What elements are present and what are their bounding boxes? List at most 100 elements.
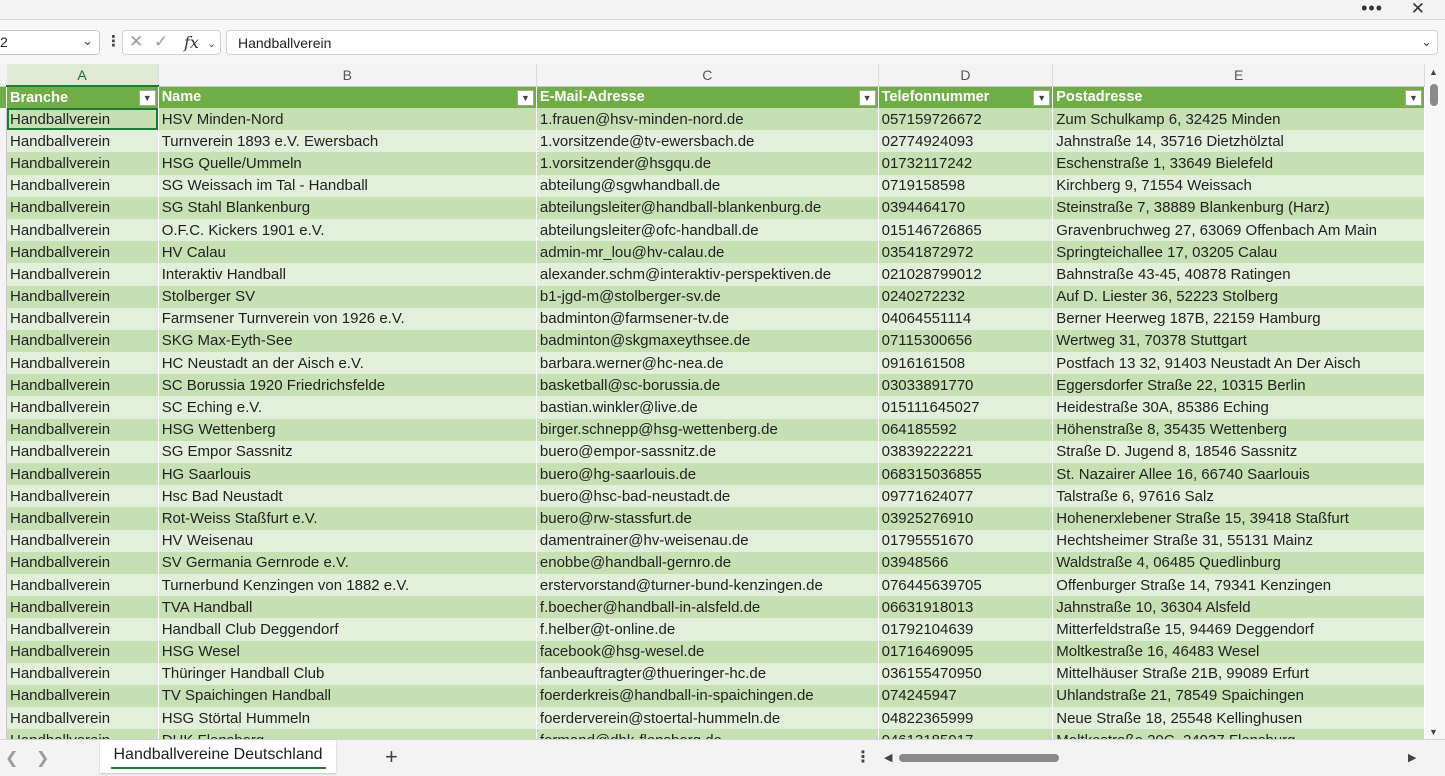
cell-postadresse[interactable]: Straße D. Jugend 8, 18546 Sassnitz (1052, 440, 1425, 463)
cell-name[interactable]: HV Calau (158, 241, 537, 264)
cell-telefon[interactable]: 04064551114 (878, 307, 1054, 330)
cell-email[interactable]: formand@dhk-flensborg.de (536, 729, 879, 739)
cell-email[interactable]: foerderverein@stoertal-hummeln.de (536, 707, 879, 730)
cell-branche[interactable]: Handballverein (6, 307, 159, 330)
cell-branche[interactable]: Handballverein (6, 707, 159, 730)
formula-input[interactable]: Handballverein ⌄ (226, 30, 1438, 55)
cell-branche[interactable]: Handballverein (6, 174, 159, 197)
cell-name[interactable]: HSG Wesel (158, 640, 537, 663)
cell-email[interactable]: buero@rw-stassfurt.de (536, 507, 879, 530)
cell-telefon[interactable]: 036155470950 (878, 662, 1054, 685)
sheet-tab-active[interactable]: Handballvereine Deutschland (100, 740, 336, 773)
cell-branche[interactable]: Handballverein (6, 285, 159, 308)
cell-postadresse[interactable]: Neue Straße 18, 25548 Kellinghusen (1052, 707, 1425, 730)
cell-branche[interactable]: Handballverein (6, 684, 159, 708)
cell-email[interactable]: f.boecher@handball-in-alsfeld.de (536, 596, 879, 619)
cell-branche[interactable]: Handballverein (6, 130, 159, 153)
column-header-b[interactable]: B (158, 64, 537, 87)
cell-postadresse[interactable]: Moltkestraße 16, 46483 Wesel (1052, 640, 1425, 663)
cell-name[interactable]: HSG Störtal Hummeln (158, 707, 537, 730)
chevron-right-icon[interactable]: ❯ (36, 748, 49, 768)
cell-branche[interactable]: Handballverein (6, 218, 159, 242)
cell-telefon[interactable]: 015146726865 (878, 218, 1054, 242)
cancel-icon[interactable]: ✕ (129, 32, 143, 52)
filter-dropdown-icon[interactable]: ▼ (516, 89, 534, 106)
cell-name[interactable]: SC Borussia 1920 Friedrichsfelde (158, 374, 537, 397)
cell-telefon[interactable]: 07115300656 (878, 329, 1054, 353)
cell-telefon[interactable]: 068315036855 (878, 463, 1054, 486)
cell-name[interactable]: HSV Minden-Nord (158, 108, 537, 131)
scroll-left-icon[interactable]: ◀ (884, 751, 892, 764)
cell-postadresse[interactable]: St. Nazairer Allee 16, 66740 Saarlouis (1052, 463, 1425, 486)
cell-name[interactable]: SV Germania Gernrode e.V. (158, 551, 537, 574)
cell-email[interactable]: badminton@farmsener-tv.de (536, 307, 879, 330)
cell-postadresse[interactable]: Gravenbruchweg 27, 63069 Offenbach Am Ma… (1052, 218, 1425, 242)
cell-name[interactable]: DHK Flensborg (158, 729, 537, 739)
cell-postadresse[interactable]: Waldstraße 4, 06485 Quedlinburg (1052, 551, 1425, 574)
cell-email[interactable]: 1.vorsitzende@tv-ewersbach.de (536, 130, 879, 153)
filter-dropdown-icon[interactable]: ▼ (138, 90, 156, 106)
cell-email[interactable]: facebook@hsg-wesel.de (536, 640, 879, 663)
confirm-icon[interactable]: ✓ (154, 32, 168, 52)
column-header-a[interactable]: A (6, 64, 159, 87)
cell-postadresse[interactable]: Eggersdorfer Straße 22, 10315 Berlin (1052, 374, 1425, 397)
cell-name[interactable]: Interaktiv Handball (158, 263, 537, 286)
scroll-up-icon[interactable]: ▲ (1429, 67, 1438, 77)
cell-name[interactable]: Rot-Weiss Staßfurt e.V. (158, 507, 537, 530)
scroll-down-icon[interactable]: ▼ (1429, 727, 1438, 737)
cell-telefon[interactable]: 03948566 (878, 551, 1054, 574)
add-sheet-button[interactable]: + (385, 744, 398, 770)
cell-branche[interactable]: Handballverein (6, 329, 159, 353)
cell-postadresse[interactable]: Höhenstraße 8, 35435 Wettenberg (1052, 418, 1425, 441)
cell-telefon[interactable]: 02774924093 (878, 130, 1054, 153)
cell-postadresse[interactable]: Kirchberg 9, 71554 Weissach (1052, 174, 1425, 197)
scroll-right-icon[interactable]: ▶ (1408, 751, 1416, 764)
cell-email[interactable]: alexander.schm@interaktiv-perspektiven.d… (536, 263, 879, 286)
cell-branche[interactable]: Handballverein (6, 241, 159, 264)
cell-name[interactable]: SG Stahl Blankenburg (158, 196, 537, 219)
cell-name[interactable]: Hsc Bad Neustadt (158, 485, 537, 508)
filter-dropdown-icon[interactable]: ▼ (858, 89, 876, 106)
cell-name[interactable]: Thüringer Handball Club (158, 662, 537, 685)
cell-branche[interactable]: Handballverein (6, 640, 159, 663)
cell-email[interactable]: bastian.winkler@live.de (536, 396, 879, 419)
cell-telefon[interactable]: 04822365999 (878, 707, 1054, 730)
cell-branche[interactable]: Handballverein (6, 352, 159, 375)
filter-dropdown-icon[interactable]: ▼ (1405, 89, 1422, 106)
cell-branche[interactable]: Handballverein (6, 596, 159, 619)
cell-branche[interactable]: Handballverein (6, 507, 159, 530)
cell-postadresse[interactable]: Jahnstraße 14, 35716 Dietzhölztal (1052, 130, 1425, 153)
cell-name[interactable]: Stolberger SV (158, 285, 537, 308)
cell-postadresse[interactable]: Eschenstraße 1, 33649 Bielefeld (1052, 152, 1425, 175)
cell-telefon[interactable]: 064185592 (878, 418, 1054, 441)
cell-telefon[interactable]: 01792104639 (878, 618, 1054, 641)
cell-branche[interactable]: Handballverein (6, 108, 159, 131)
cell-email[interactable]: abteilungsleiter@handball-blankenburg.de (536, 196, 879, 219)
cell-telefon[interactable]: 03839222221 (878, 440, 1054, 463)
cell-email[interactable]: abteilungsleiter@ofc-handball.de (536, 218, 879, 242)
cell-branche[interactable]: Handballverein (6, 152, 159, 175)
cell-email[interactable]: damentrainer@hv-weisenau.de (536, 529, 879, 552)
cell-name[interactable]: Handball Club Deggendorf (158, 618, 537, 641)
cell-name[interactable]: O.F.C. Kickers 1901 e.V. (158, 218, 537, 242)
cell-email[interactable]: 1.vorsitzender@hsgqu.de (536, 152, 879, 175)
cell-telefon[interactable]: 021028799012 (878, 263, 1054, 286)
cell-email[interactable]: f.helber@t-online.de (536, 618, 879, 641)
cell-email[interactable]: enobbe@handball-gernro.de (536, 551, 879, 574)
cell-telefon[interactable]: 09771624077 (878, 485, 1054, 508)
cell-telefon[interactable]: 04613185917 (878, 729, 1054, 739)
cell-postadresse[interactable]: Offenburger Straße 14, 79341 Kenzingen (1052, 573, 1425, 597)
cell-postadresse[interactable]: Bahnstraße 43-45, 40878 Ratingen (1052, 263, 1425, 286)
chevron-down-icon[interactable]: ⌄ (82, 33, 93, 49)
cell-branche[interactable]: Handballverein (6, 573, 159, 597)
cell-postadresse[interactable]: Hohenerxlebener Straße 15, 39418 Staßfur… (1052, 507, 1425, 530)
cell-branche[interactable]: Handballverein (6, 485, 159, 508)
cell-name[interactable]: HSG Quelle/Ummeln (158, 152, 537, 175)
cell-telefon[interactable]: 057159726672 (878, 108, 1054, 131)
cell-postadresse[interactable]: Hechtsheimer Straße 31, 55131 Mainz (1052, 529, 1425, 552)
cell-email[interactable]: admin-mr_lou@hv-calau.de (536, 241, 879, 264)
cell-email[interactable]: buero@hg-saarlouis.de (536, 463, 879, 486)
cell-email[interactable]: erstervorstand@turner-bund-kenzingen.de (536, 573, 879, 597)
cell-name[interactable]: HSG Wettenberg (158, 418, 537, 441)
filter-dropdown-icon[interactable]: ▼ (1033, 89, 1051, 106)
